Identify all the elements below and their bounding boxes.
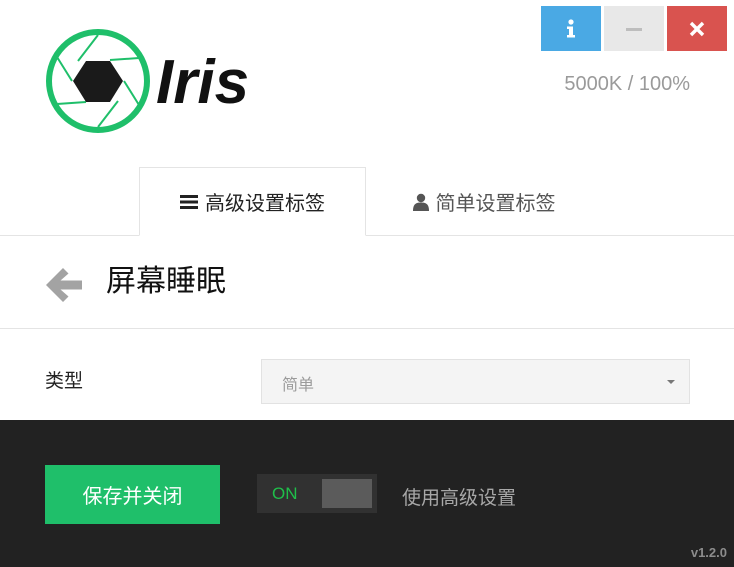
toggle-knob[interactable] — [322, 479, 372, 508]
type-select[interactable]: 简单 — [261, 359, 690, 404]
minimize-button[interactable] — [604, 6, 664, 51]
advanced-settings-toggle[interactable]: ON — [257, 474, 377, 513]
type-select-value: 简单 — [282, 375, 315, 394]
tab-simple-label: 简单设置标签 — [435, 191, 556, 215]
iris-logo: Iris — [44, 27, 268, 135]
minimize-icon — [626, 27, 642, 31]
type-label: 类型 — [45, 370, 84, 392]
settings-tabs: 高级设置标签 简单设置标签 — [0, 167, 734, 236]
use-advanced-settings-label: 使用高级设置 — [402, 487, 517, 509]
user-icon — [412, 193, 429, 211]
tab-advanced-label: 高级设置标签 — [205, 191, 325, 215]
toggle-state-label: ON — [272, 484, 298, 503]
info-icon — [567, 18, 575, 37]
arrow-left-icon — [46, 268, 82, 302]
chevron-down-icon — [667, 380, 675, 384]
logo-wordmark: Iris — [156, 48, 250, 117]
color-temperature-readout: 5000K / 100% — [564, 73, 690, 95]
save-and-close-button[interactable]: 保存并关闭 — [45, 465, 220, 524]
tab-simple-settings[interactable]: 简单设置标签 — [366, 167, 602, 236]
info-button[interactable] — [541, 6, 601, 51]
page-header: 屏幕睡眠 — [0, 236, 734, 329]
tab-advanced-settings[interactable]: 高级设置标签 — [139, 167, 366, 236]
close-icon — [689, 21, 705, 36]
footer-bar: 保存并关闭 ON 使用高级设置 v1.2.0 — [0, 420, 734, 567]
back-button[interactable] — [44, 266, 84, 304]
close-button[interactable] — [667, 6, 727, 51]
version-label: v1.2.0 — [690, 545, 727, 560]
aperture-icon — [46, 29, 150, 133]
page-title: 屏幕睡眠 — [106, 264, 226, 299]
menu-icon — [180, 194, 198, 209]
